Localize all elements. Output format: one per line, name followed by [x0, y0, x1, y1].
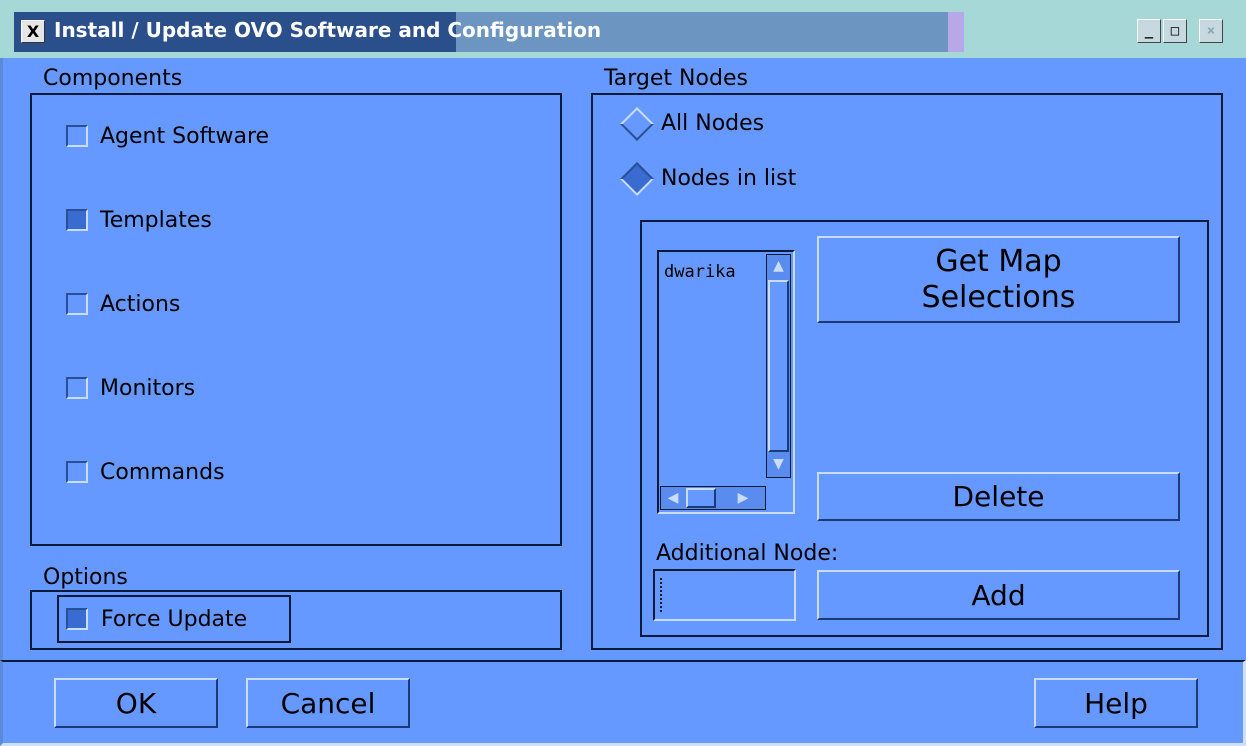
delete-button[interactable]: Delete — [817, 472, 1180, 521]
get-map-selections-line1: Get Map — [935, 243, 1062, 279]
agent-software-checkbox[interactable] — [66, 125, 88, 147]
scroll-down-icon[interactable]: ▼ — [768, 454, 789, 476]
all-nodes-label[interactable]: All Nodes — [661, 111, 764, 137]
add-button[interactable]: Add — [817, 570, 1180, 620]
cancel-button[interactable]: Cancel — [246, 678, 410, 728]
x-window-icon[interactable]: X — [21, 20, 45, 43]
options-group-label: Options — [43, 565, 128, 590]
agent-software-label[interactable]: Agent Software — [100, 124, 269, 150]
scroll-up-icon[interactable]: ▲ — [768, 256, 789, 278]
horizontal-scroll-thumb[interactable] — [686, 488, 716, 508]
actions-checkbox[interactable] — [66, 293, 88, 315]
get-map-selections-line2: Selections — [921, 279, 1076, 315]
minimize-button[interactable]: _ — [1137, 19, 1161, 43]
text-cursor-icon — [660, 578, 662, 612]
templates-checkbox[interactable] — [66, 209, 88, 231]
additional-node-label: Additional Node: — [656, 541, 839, 566]
maximize-button[interactable]: □ — [1163, 19, 1187, 43]
components-group-label: Components — [43, 66, 183, 91]
force-update-label[interactable]: Force Update — [101, 607, 247, 633]
window-title: Install / Update OVO Software and Config… — [54, 18, 602, 42]
title-bar-accent-segment — [948, 12, 964, 52]
commands-label[interactable]: Commands — [100, 460, 225, 486]
vertical-scroll-thumb[interactable] — [768, 280, 789, 452]
monitors-checkbox[interactable] — [66, 377, 88, 399]
scroll-left-icon[interactable]: ◀ — [662, 488, 684, 508]
help-button[interactable]: Help — [1034, 678, 1198, 728]
target-nodes-group-label: Target Nodes — [604, 66, 748, 91]
actions-label[interactable]: Actions — [100, 292, 180, 318]
templates-label[interactable]: Templates — [100, 208, 212, 234]
commands-checkbox[interactable] — [66, 461, 88, 483]
scroll-right-icon[interactable]: ▶ — [732, 488, 754, 508]
ok-button[interactable]: OK — [54, 678, 218, 728]
close-button[interactable]: × — [1199, 19, 1223, 43]
node-list-item[interactable]: dwarika — [664, 262, 736, 282]
force-update-checkbox[interactable] — [66, 608, 88, 630]
get-map-selections-button[interactable]: Get Map Selections — [817, 236, 1180, 323]
nodes-in-list-label[interactable]: Nodes in list — [661, 166, 796, 192]
additional-node-input[interactable] — [653, 569, 796, 621]
monitors-label[interactable]: Monitors — [100, 376, 195, 402]
